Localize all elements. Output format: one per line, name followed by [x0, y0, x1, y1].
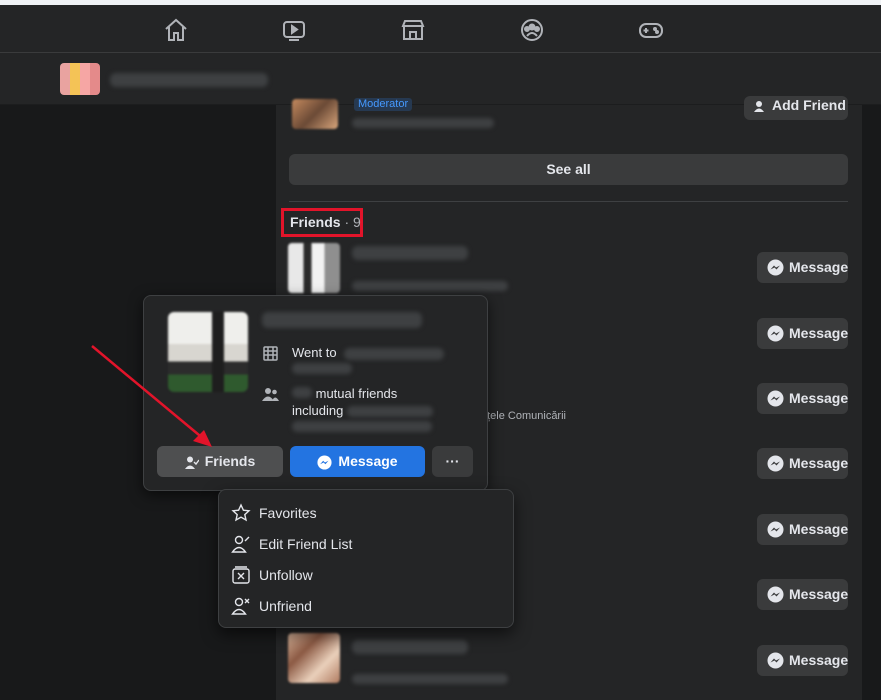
- school-name-redacted[interactable]: [344, 347, 445, 360]
- school-name-redacted[interactable]: [292, 363, 352, 374]
- message-button[interactable]: Message: [757, 448, 848, 479]
- menu-item-label: Unfriend: [259, 598, 312, 614]
- menu-item-edit-friend-list[interactable]: Edit Friend List: [231, 532, 501, 556]
- add-friend-button[interactable]: Add Friend: [744, 96, 848, 120]
- message-button-label: Message: [789, 652, 849, 668]
- message-button-label: Message: [789, 521, 849, 537]
- moderator-avatar[interactable]: [292, 99, 338, 129]
- menu-item-label: Edit Friend List: [259, 536, 353, 552]
- moderator-subtitle-redacted: [352, 118, 494, 128]
- hovercard-avatar[interactable]: [168, 312, 248, 392]
- messenger-icon: [317, 455, 332, 470]
- friend-name-redacted[interactable]: [352, 246, 468, 260]
- menu-item-favorites[interactable]: Favorites: [231, 501, 501, 525]
- messenger-icon: [767, 259, 784, 276]
- top-navigation: [0, 5, 881, 53]
- went-to-label: Went to: [292, 345, 337, 360]
- messenger-icon: [767, 586, 784, 603]
- friend-subtitle-redacted: [352, 281, 508, 291]
- more-options-button[interactable]: ···: [432, 446, 473, 477]
- star-icon: [231, 503, 251, 522]
- unfollow-icon: [232, 566, 250, 584]
- messenger-icon: [767, 325, 784, 342]
- profile-hovercard: Went to mutual friends including Friends…: [143, 295, 488, 491]
- home-icon[interactable]: [163, 17, 189, 43]
- messenger-icon: [767, 455, 784, 472]
- menu-item-unfriend[interactable]: Unfriend: [231, 594, 501, 618]
- message-button[interactable]: Message: [757, 645, 848, 676]
- message-button-label: Message: [789, 325, 849, 341]
- message-button-label: Message: [789, 586, 849, 602]
- right-gutter: [862, 105, 881, 700]
- add-friend-icon: [754, 101, 764, 112]
- group-name-redacted[interactable]: [110, 73, 268, 87]
- message-button[interactable]: Message: [757, 252, 848, 283]
- group-avatar[interactable]: [60, 63, 100, 95]
- message-button-label: Message: [789, 455, 849, 471]
- friend-avatar[interactable]: [288, 633, 340, 683]
- friends-button[interactable]: Friends: [157, 446, 283, 477]
- friends-button-label: Friends: [204, 453, 256, 469]
- friend-avatar[interactable]: [288, 243, 340, 293]
- message-button[interactable]: Message: [757, 383, 848, 414]
- menu-item-label: Favorites: [259, 505, 317, 521]
- menu-item-unfollow[interactable]: Unfollow: [231, 563, 501, 587]
- watch-icon[interactable]: [281, 17, 307, 43]
- groups-icon[interactable]: [519, 17, 545, 43]
- hovercard-message-label: Message: [338, 453, 398, 469]
- messenger-icon: [767, 521, 784, 538]
- section-divider: [289, 201, 848, 202]
- unfriend-icon: [231, 597, 250, 615]
- friend-name-redacted[interactable]: [352, 640, 468, 654]
- message-button[interactable]: Message: [757, 514, 848, 545]
- partial-subtitle-text: nțele Comunicării: [481, 410, 566, 422]
- menu-item-label: Unfollow: [259, 567, 313, 583]
- message-button-label: Message: [789, 259, 849, 275]
- mutual-friends-label[interactable]: mutual friends: [316, 386, 398, 401]
- mutual-friend-name-redacted[interactable]: [292, 421, 432, 432]
- friend-options-menu: Favorites Edit Friend List Unfollow Unfr…: [218, 489, 514, 628]
- including-label: including: [292, 403, 344, 418]
- marketplace-icon[interactable]: [400, 17, 426, 43]
- see-all-button[interactable]: See all: [289, 154, 848, 185]
- mutual-friends-icon: [262, 388, 279, 401]
- message-button[interactable]: Message: [757, 318, 848, 349]
- friends-section-title: Friends: [290, 214, 341, 230]
- message-button-label: Message: [789, 390, 849, 406]
- add-friend-label: Add Friend: [772, 97, 846, 113]
- moderator-badge: Moderator: [354, 98, 413, 111]
- messenger-icon: [767, 390, 784, 407]
- friends-section-header: Friends · 9: [281, 208, 363, 237]
- mutual-friend-name-redacted[interactable]: [346, 406, 433, 418]
- friend-subtitle-redacted: [352, 674, 508, 684]
- messenger-icon: [767, 652, 784, 669]
- mutual-count-redacted: [292, 387, 312, 398]
- hovercard-message-button[interactable]: Message: [290, 446, 425, 477]
- friends-check-icon: [184, 456, 199, 469]
- edit-friend-list-icon: [231, 535, 250, 553]
- message-button[interactable]: Message: [757, 579, 848, 610]
- school-icon: [263, 346, 278, 361]
- gaming-icon[interactable]: [638, 17, 664, 43]
- hovercard-name-redacted[interactable]: [262, 312, 422, 328]
- friends-count: · 9: [340, 214, 361, 230]
